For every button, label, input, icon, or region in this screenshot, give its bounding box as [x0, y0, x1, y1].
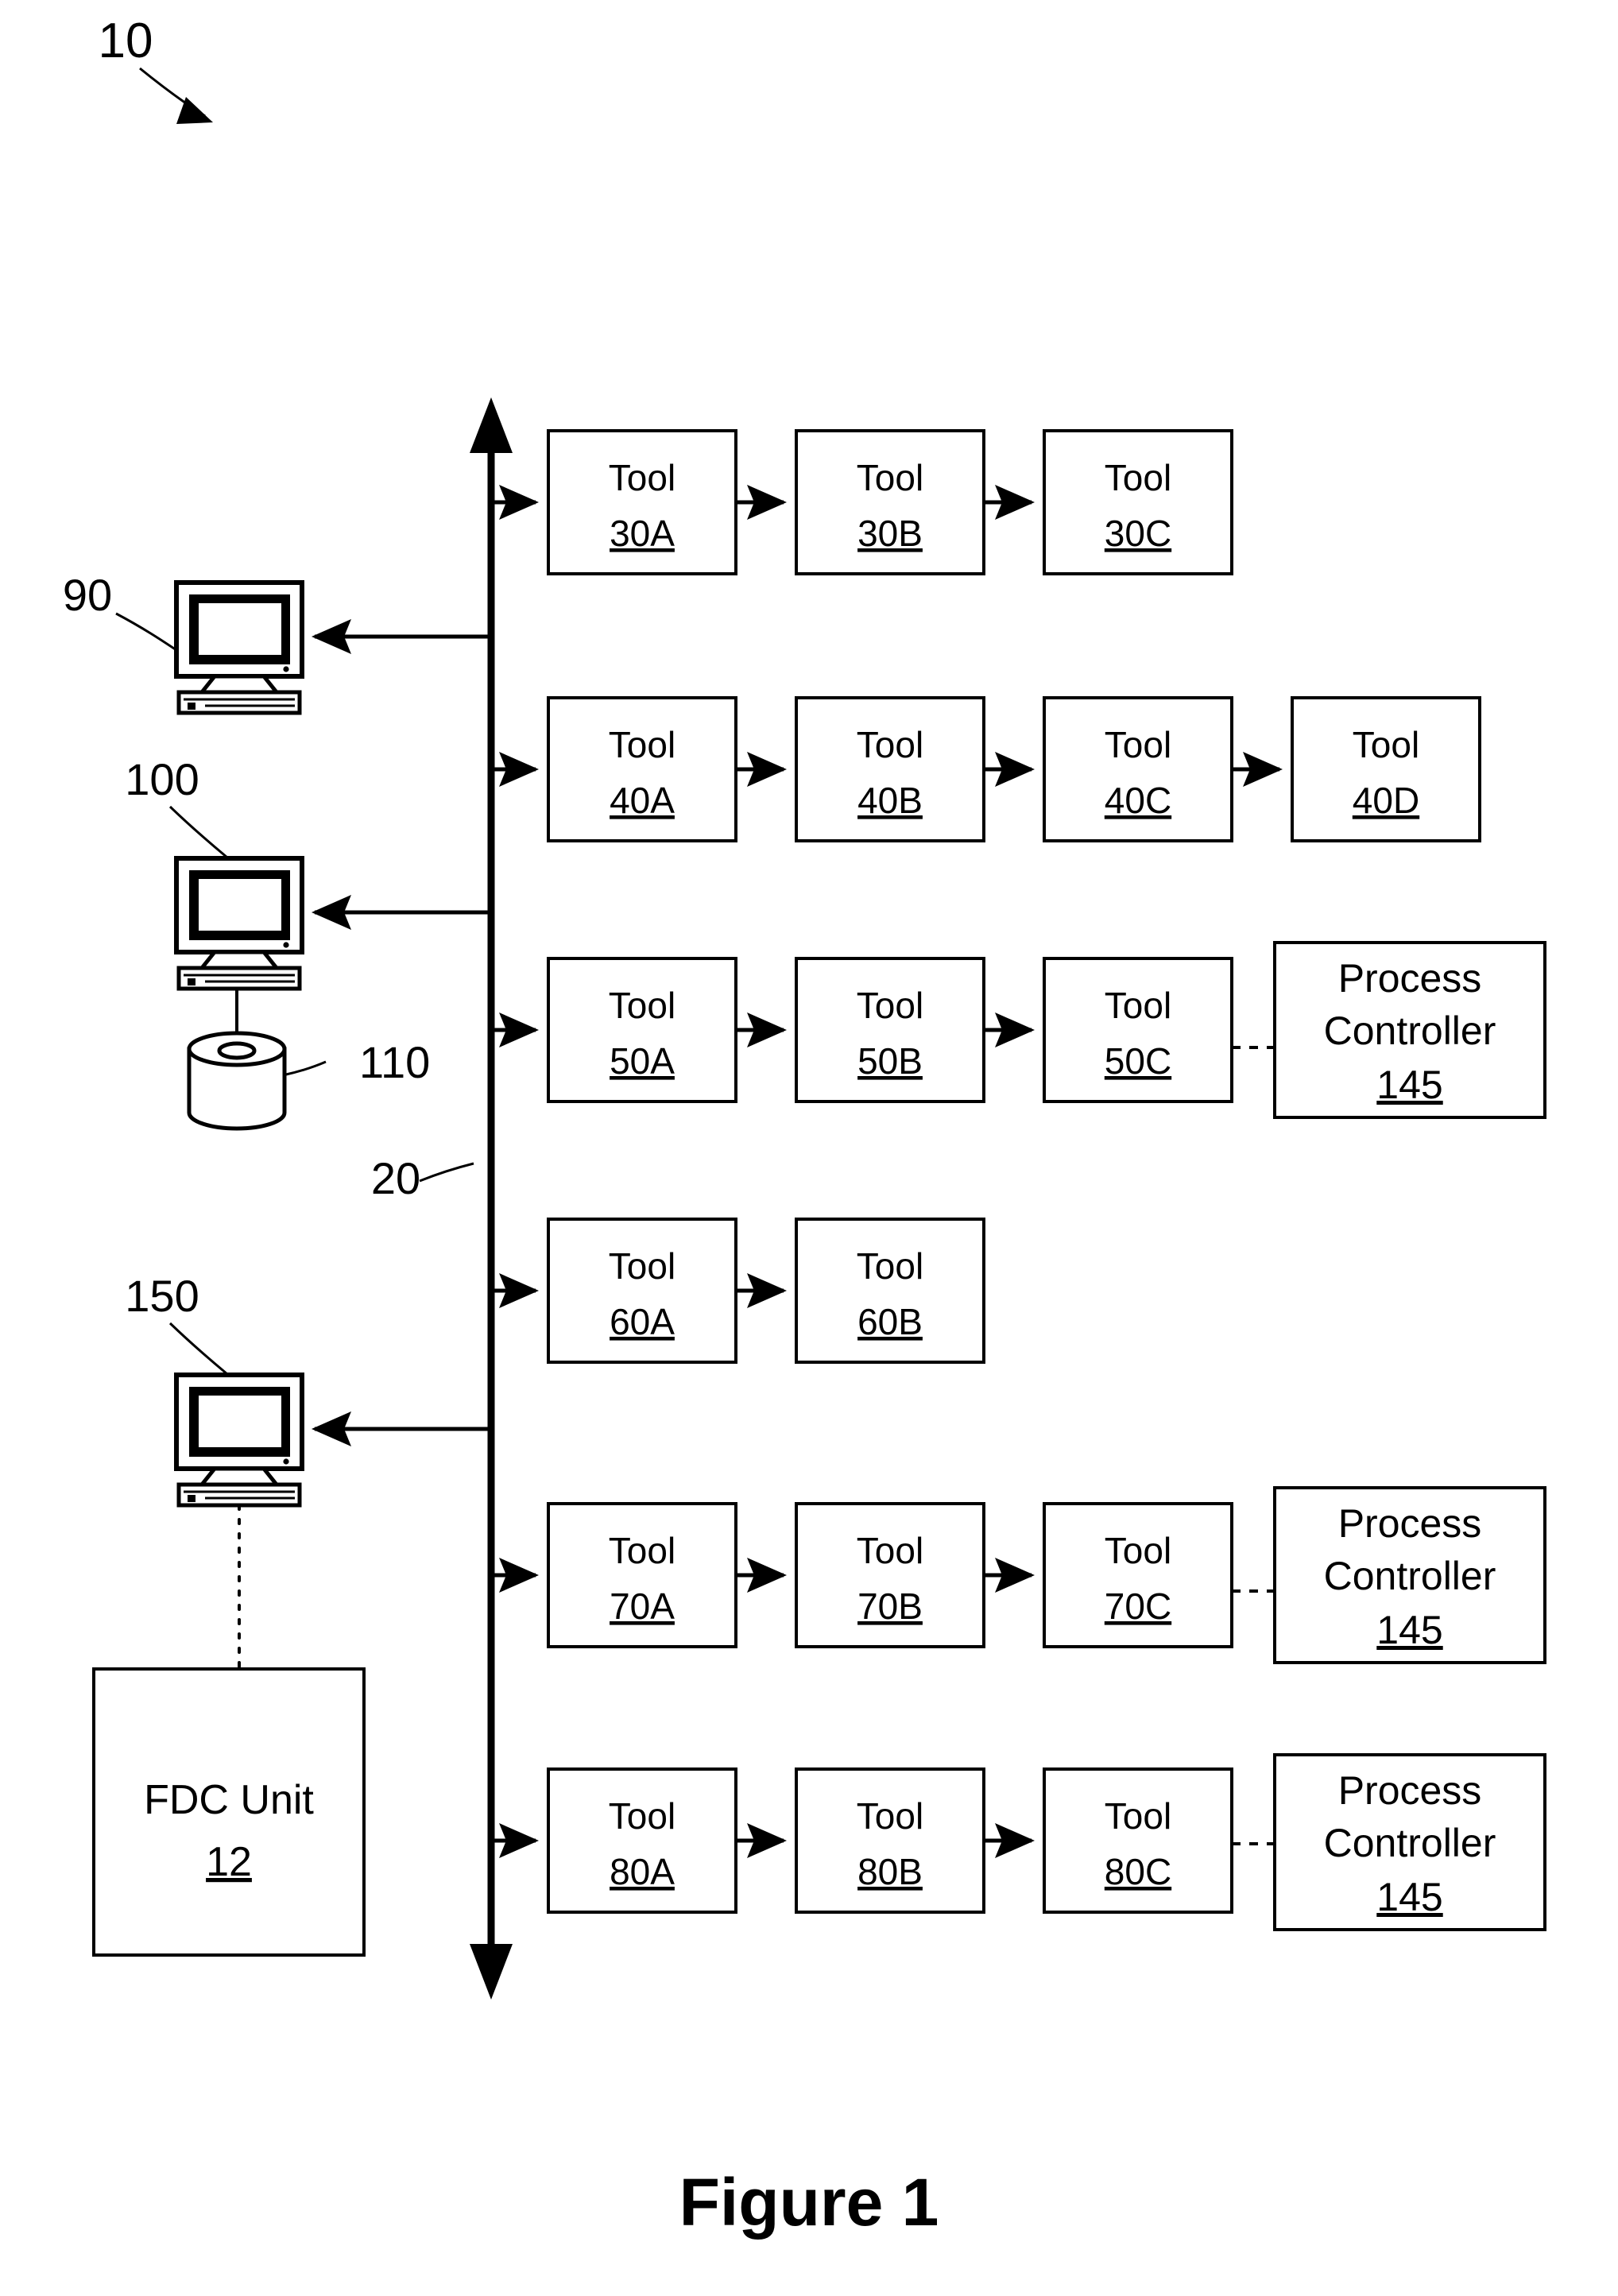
workstation-150[interactable]: 150	[125, 1271, 304, 1508]
tool-70c-label: Tool	[1105, 1530, 1171, 1571]
keyboard-100-key	[188, 978, 195, 985]
figure-canvas: 10 20 90 100 110 150 FDC Unit 12 Tool 30…	[0, 0, 1618, 2296]
bus-ref-label: 20	[371, 1153, 420, 1203]
tool-40a-label: Tool	[609, 724, 675, 765]
workstation-100-leader	[168, 805, 228, 859]
monitor-90-power-led	[283, 666, 289, 672]
tool-40b-label: Tool	[857, 724, 923, 765]
keyboard-150	[176, 1482, 302, 1508]
process-controller-50-ref: 145	[1376, 1063, 1442, 1107]
workstation-150-leader	[168, 1322, 228, 1376]
monitor-90-screen	[199, 603, 281, 655]
process-controller-50-line2: Controller	[1324, 1009, 1496, 1053]
system-ref-10: 10	[99, 14, 213, 124]
tool-40d-label: Tool	[1353, 724, 1419, 765]
monitor-90-stand	[197, 674, 281, 695]
bus-arrowhead-bottom	[470, 1944, 513, 2000]
workstation-150-ref-label: 150	[125, 1271, 199, 1321]
tool-70b-ref: 70B	[857, 1586, 923, 1627]
row-80: Tool 80A Tool 80B Tool 80C Process Contr…	[491, 1753, 1546, 1931]
patent-figure-1-diagram: 10 20 90 100 110 150 FDC Unit 12 Tool 30…	[63, 14, 1546, 2240]
tool-50a-label: Tool	[609, 985, 675, 1026]
tool-60a-ref: 60A	[610, 1301, 675, 1342]
workstation-100-ref-label: 100	[125, 754, 199, 804]
process-controller-80-ref: 145	[1376, 1875, 1442, 1919]
database-110-ref-label: 110	[359, 1037, 430, 1087]
tool-40b-ref: 40B	[857, 780, 923, 821]
process-controller-70-line2: Controller	[1324, 1554, 1496, 1598]
row-60: Tool 60A Tool 60B	[491, 1218, 985, 1364]
tool-30b-ref: 30B	[857, 513, 923, 554]
tool-30a-label: Tool	[609, 457, 675, 498]
tool-80a-label: Tool	[609, 1795, 675, 1837]
monitor-100-power-led	[283, 942, 289, 948]
workstation-100[interactable]: 100	[125, 754, 304, 991]
tool-40a-ref: 40A	[610, 780, 675, 821]
row-30: Tool 30A Tool 30B Tool 30C	[491, 429, 1233, 575]
workstation-90-ref-label: 90	[63, 570, 112, 620]
figure-caption: Figure 1	[679, 2165, 939, 2240]
tool-80b-ref: 80B	[857, 1851, 923, 1892]
row-40: Tool 40A Tool 40B Tool 40C Tool 40D	[491, 696, 1481, 842]
process-controller-70-line1: Process	[1338, 1501, 1482, 1546]
row-50: Tool 50A Tool 50B Tool 50C Process Contr…	[491, 941, 1546, 1119]
bus-arrowhead-top	[470, 397, 513, 453]
monitor-150-stand	[197, 1466, 281, 1487]
fdc-unit-block[interactable]: FDC Unit 12	[92, 1504, 366, 1957]
monitor-150-screen	[199, 1396, 281, 1447]
tool-80a-ref: 80A	[610, 1851, 675, 1892]
tool-50c-ref: 50C	[1105, 1040, 1171, 1082]
tool-40c-label: Tool	[1105, 724, 1171, 765]
process-controller-80-line2: Controller	[1324, 1821, 1496, 1865]
tool-30c-label: Tool	[1105, 457, 1171, 498]
database-110[interactable]: 110	[187, 989, 430, 1131]
keyboard-90	[176, 690, 302, 715]
tool-80c-ref: 80C	[1105, 1851, 1171, 1892]
monitor-150-power-led	[283, 1458, 289, 1465]
bus-ref-leader	[419, 1162, 474, 1183]
tool-60b-ref: 60B	[857, 1301, 923, 1342]
database-110-leader	[285, 1060, 327, 1076]
tool-60b-label: Tool	[857, 1245, 923, 1287]
tool-40d-ref: 40D	[1353, 780, 1419, 821]
database-110-hub	[217, 1041, 257, 1060]
tool-40c-ref: 40C	[1105, 780, 1171, 821]
fdc-unit-title: FDC Unit	[144, 1777, 314, 1823]
tool-70a-ref: 70A	[610, 1586, 675, 1627]
process-controller-50-line1: Process	[1338, 956, 1482, 1001]
monitor-100-stand	[197, 950, 281, 970]
process-controller-70-ref: 145	[1376, 1608, 1442, 1652]
tool-30a-ref: 30A	[610, 513, 675, 554]
tool-50c-label: Tool	[1105, 985, 1171, 1026]
process-controller-80-line1: Process	[1338, 1768, 1482, 1813]
workstation-90-leader	[115, 612, 177, 652]
tool-50a-ref: 50A	[610, 1040, 675, 1082]
row-70: Tool 70A Tool 70B Tool 70C Process Contr…	[491, 1486, 1546, 1664]
tool-50b-ref: 50B	[857, 1040, 923, 1082]
monitor-100-screen	[199, 879, 281, 931]
tool-80b-label: Tool	[857, 1795, 923, 1837]
keyboard-90-key	[188, 703, 195, 710]
tool-30b-label: Tool	[857, 457, 923, 498]
workstation-90[interactable]: 90	[63, 570, 304, 715]
tool-50b-label: Tool	[857, 985, 923, 1026]
tool-70c-ref: 70C	[1105, 1586, 1171, 1627]
keyboard-150-key	[188, 1495, 195, 1502]
tool-80c-label: Tool	[1105, 1795, 1171, 1837]
tool-60a-label: Tool	[609, 1245, 675, 1287]
tool-30c-ref: 30C	[1105, 513, 1171, 554]
system-ref-10-label: 10	[99, 14, 153, 68]
tool-70a-label: Tool	[609, 1530, 675, 1571]
fdc-unit-ref: 12	[206, 1839, 252, 1885]
keyboard-100	[176, 966, 302, 991]
tool-70b-label: Tool	[857, 1530, 923, 1571]
